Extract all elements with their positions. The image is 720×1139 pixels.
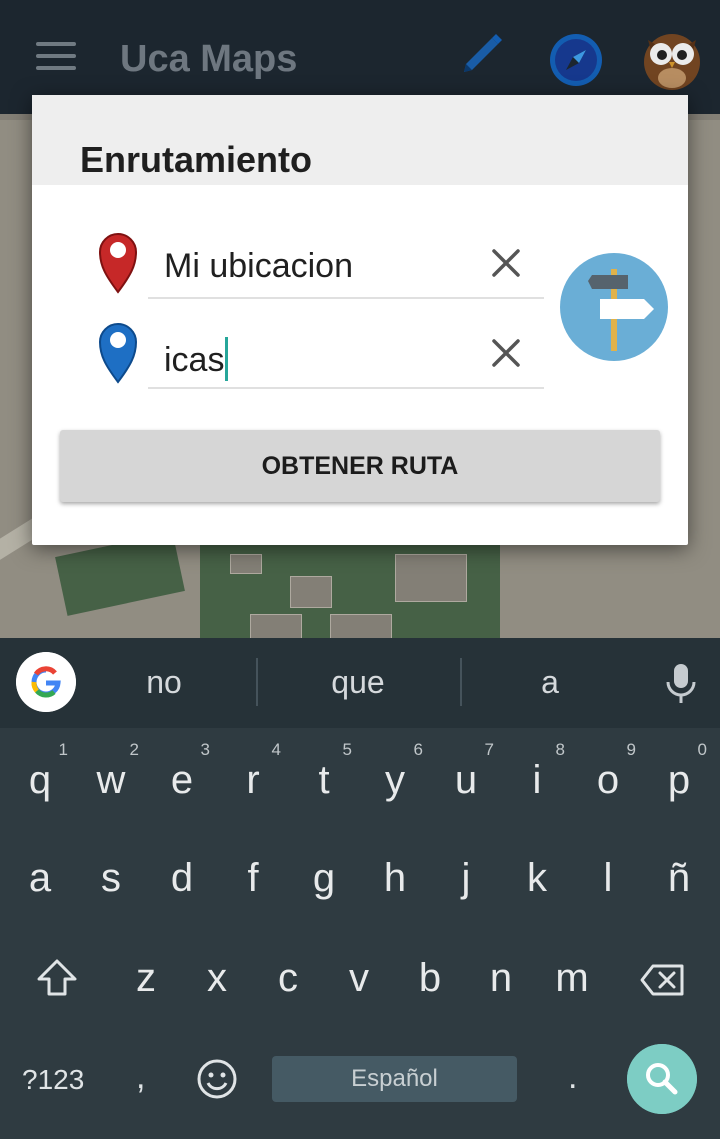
key-letter: o — [596, 758, 620, 802]
suggestion-divider — [460, 658, 462, 706]
destination-pin-icon — [98, 323, 138, 384]
key-n[interactable]: n — [465, 956, 537, 1001]
key-0[interactable]: q1 — [4, 740, 76, 803]
comma-key[interactable]: , — [136, 1058, 145, 1097]
key-number-hint: 1 — [58, 740, 68, 759]
key-letter: p — [667, 758, 691, 802]
key-letter: i — [532, 758, 542, 802]
signpost-icon[interactable] — [560, 253, 668, 361]
suggestion-1[interactable]: no — [84, 664, 244, 701]
emoji-icon[interactable] — [196, 1058, 238, 1100]
backspace-icon[interactable] — [640, 964, 684, 996]
key-a[interactable]: a — [4, 856, 76, 901]
key-d[interactable]: d — [146, 856, 218, 901]
routing-dialog: Enrutamiento Mi ubicacion icas OBTENER R… — [32, 95, 688, 545]
origin-pin-icon — [98, 233, 138, 294]
origin-field[interactable]: Mi ubicacion — [148, 227, 544, 299]
suggestion-3[interactable]: a — [470, 664, 630, 701]
suggestion-divider — [256, 658, 258, 706]
key-letter: u — [454, 758, 478, 802]
key-number-hint: 2 — [129, 740, 139, 759]
key-letter: r — [246, 758, 260, 802]
get-route-button[interactable]: OBTENER RUTA — [60, 430, 660, 502]
key-z[interactable]: z — [110, 956, 182, 1001]
key-k[interactable]: k — [501, 856, 573, 901]
key-6[interactable]: u7 — [430, 740, 502, 803]
key-j[interactable]: j — [430, 856, 502, 901]
key-1[interactable]: w2 — [75, 740, 147, 803]
key-m[interactable]: m — [536, 956, 608, 1001]
key-2[interactable]: e3 — [146, 740, 218, 803]
key-h[interactable]: h — [359, 856, 431, 901]
key-number-hint: 6 — [413, 740, 423, 759]
key-9[interactable]: p0 — [643, 740, 715, 803]
period-key[interactable]: . — [568, 1058, 577, 1097]
key-7[interactable]: i8 — [501, 740, 573, 803]
key-x[interactable]: x — [181, 956, 253, 1001]
key-letter: y — [385, 758, 405, 802]
soft-keyboard: no que a q1w2e3r4t5y6u7i8o9p0 asdfghjklñ… — [0, 638, 720, 1139]
key-area: q1w2e3r4t5y6u7i8o9p0 asdfghjklñ zxcvbnm … — [0, 728, 720, 1139]
key-f[interactable]: f — [217, 856, 289, 901]
shift-icon[interactable] — [36, 958, 78, 998]
google-icon[interactable] — [16, 652, 76, 712]
key-g[interactable]: g — [288, 856, 360, 901]
key-l[interactable]: l — [572, 856, 644, 901]
destination-input[interactable]: icas — [164, 337, 229, 381]
key-number-hint: 0 — [697, 740, 707, 759]
dialog-title: Enrutamiento — [80, 139, 313, 180]
key-letter: t — [318, 758, 330, 802]
clear-origin-icon[interactable] — [488, 245, 524, 281]
space-key[interactable]: Español — [272, 1056, 517, 1102]
suggestion-2[interactable]: que — [278, 664, 438, 701]
key-b[interactable]: b — [394, 956, 466, 1001]
key-number-hint: 4 — [271, 740, 281, 759]
search-icon[interactable] — [627, 1044, 697, 1114]
key-letter: w — [96, 758, 126, 802]
destination-text: icas — [164, 341, 225, 379]
key-s[interactable]: s — [75, 856, 147, 901]
text-cursor — [225, 337, 229, 381]
symbols-key[interactable]: ?123 — [22, 1064, 84, 1096]
origin-input[interactable]: Mi ubicacion — [164, 247, 353, 286]
destination-field[interactable]: icas — [148, 317, 544, 389]
key-4[interactable]: t5 — [288, 740, 360, 803]
key-5[interactable]: y6 — [359, 740, 431, 803]
key-number-hint: 9 — [626, 740, 636, 759]
suggestion-bar: no que a — [0, 638, 720, 728]
key-3[interactable]: r4 — [217, 740, 289, 803]
key-letter: q — [28, 758, 52, 802]
key-ñ[interactable]: ñ — [643, 856, 715, 901]
clear-destination-icon[interactable] — [488, 335, 524, 371]
key-8[interactable]: o9 — [572, 740, 644, 803]
key-letter: e — [170, 758, 194, 802]
key-number-hint: 5 — [342, 740, 352, 759]
key-number-hint: 3 — [200, 740, 210, 759]
key-c[interactable]: c — [252, 956, 324, 1001]
mic-icon[interactable] — [664, 662, 698, 708]
key-number-hint: 7 — [484, 740, 494, 759]
key-v[interactable]: v — [323, 956, 395, 1001]
dialog-header: Enrutamiento — [32, 95, 688, 185]
key-number-hint: 8 — [555, 740, 565, 759]
